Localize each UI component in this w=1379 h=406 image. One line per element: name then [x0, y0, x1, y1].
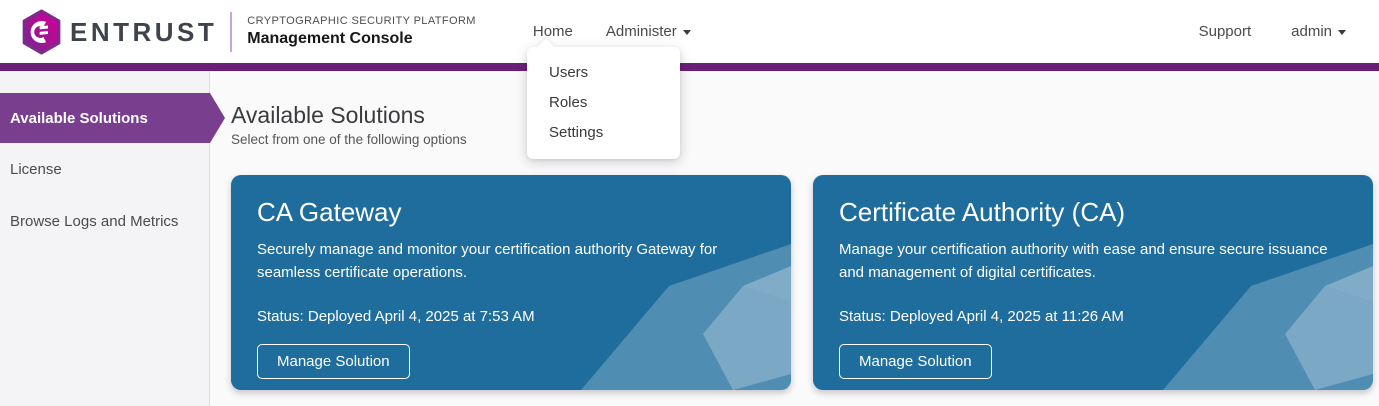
- dropdown-item-settings[interactable]: Settings: [527, 118, 680, 148]
- dropdown-item-users[interactable]: Users: [527, 58, 680, 88]
- card-title: Certificate Authority (CA): [839, 197, 1347, 228]
- sidebar-item-browse-logs-and-metrics[interactable]: Browse Logs and Metrics: [0, 195, 209, 247]
- page-subtitle: Select from one of the following options: [231, 132, 1373, 147]
- solution-cards-row: CA Gateway Securely manage and monitor y…: [231, 175, 1373, 390]
- sidebar: Available Solutions License Browse Logs …: [0, 71, 210, 406]
- platform-title-block: CRYPTOGRAPHIC SECURITY PLATFORM Manageme…: [247, 14, 476, 48]
- main-panel: Available Solutions Select from one of t…: [210, 71, 1379, 406]
- sidebar-item-label: Available Solutions: [10, 110, 148, 127]
- console-name: Management Console: [247, 29, 476, 49]
- app-header: ENTRUST CRYPTOGRAPHIC SECURITY PLATFORM …: [0, 0, 1379, 63]
- sidebar-item-label: Browse Logs and Metrics: [10, 213, 178, 230]
- nav-administer-label: Administer: [606, 23, 677, 40]
- card-title: CA Gateway: [257, 197, 765, 228]
- card-description: Manage your certification authority with…: [839, 238, 1347, 285]
- user-menu-label: admin: [1291, 23, 1332, 40]
- platform-name: CRYPTOGRAPHIC SECURITY PLATFORM: [247, 14, 476, 28]
- manage-solution-button[interactable]: Manage Solution: [257, 344, 410, 379]
- card-status: Status: Deployed April 4, 2025 at 7:53 A…: [257, 308, 765, 325]
- sidebar-item-label: License: [10, 161, 62, 178]
- sidebar-item-available-solutions[interactable]: Available Solutions: [0, 93, 225, 143]
- administer-dropdown-menu: Users Roles Settings: [527, 47, 680, 159]
- user-menu[interactable]: admin: [1291, 23, 1346, 40]
- manage-solution-button[interactable]: Manage Solution: [839, 344, 992, 379]
- nav-home[interactable]: Home: [533, 23, 573, 40]
- chevron-down-icon: [1338, 30, 1346, 35]
- content-area: Available Solutions License Browse Logs …: [0, 71, 1379, 406]
- nav-home-label: Home: [533, 23, 573, 40]
- brand-wordmark: ENTRUST: [70, 19, 217, 45]
- nav-administer[interactable]: Administer: [606, 23, 691, 40]
- sidebar-item-license[interactable]: License: [0, 143, 209, 195]
- solution-card-certificate-authority: Certificate Authority (CA) Manage your c…: [813, 175, 1373, 390]
- main-nav: Home Administer: [500, 23, 691, 40]
- card-description: Securely manage and monitor your certifi…: [257, 238, 765, 285]
- page-title: Available Solutions: [231, 102, 1373, 128]
- brand-divider: [230, 12, 232, 52]
- entrust-logo-icon: [21, 9, 62, 55]
- header-right-nav: Support admin: [1159, 23, 1379, 40]
- nav-support[interactable]: Support: [1199, 23, 1252, 40]
- nav-support-label: Support: [1199, 23, 1252, 40]
- solution-card-ca-gateway: CA Gateway Securely manage and monitor y…: [231, 175, 791, 390]
- card-status: Status: Deployed April 4, 2025 at 11:26 …: [839, 308, 1347, 325]
- dropdown-item-roles[interactable]: Roles: [527, 88, 680, 118]
- brand-accent-bar: [0, 63, 1379, 71]
- chevron-down-icon: [683, 30, 691, 35]
